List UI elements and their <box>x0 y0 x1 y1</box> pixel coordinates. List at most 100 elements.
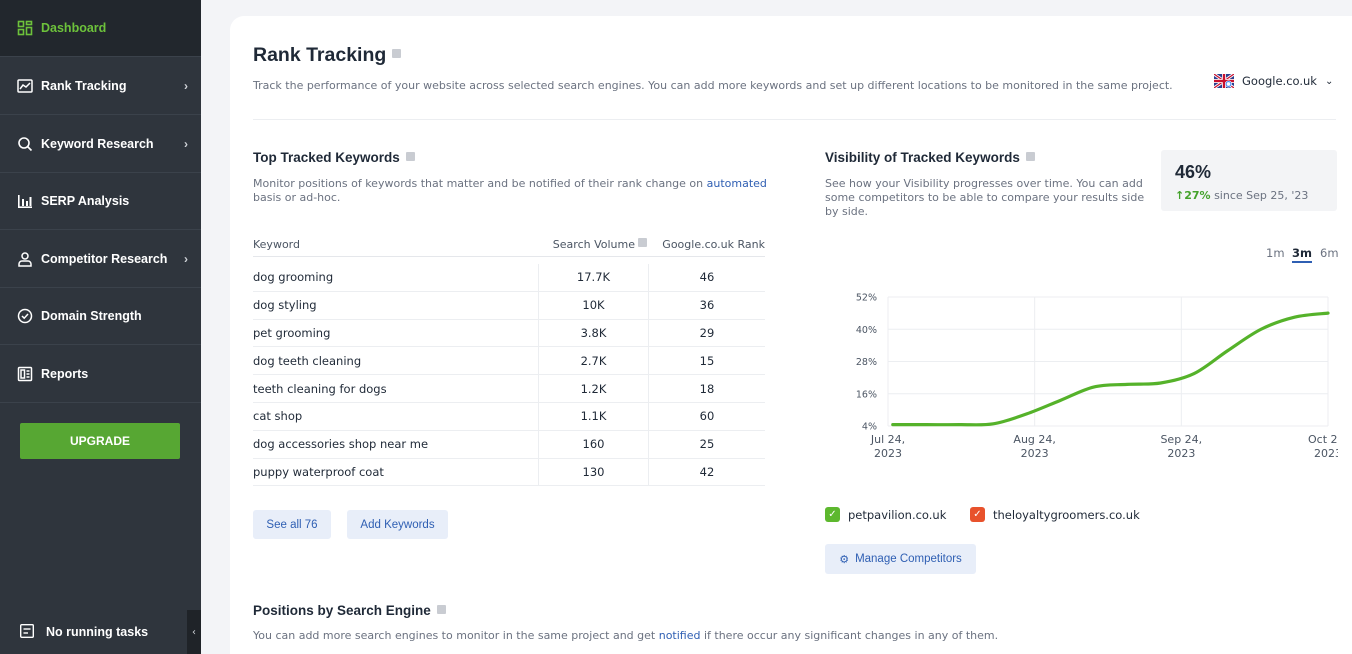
sidebar-item-competitor-research[interactable]: Competitor Research › <box>0 231 201 288</box>
visibility-chart: 52%40%28%16%4%Jul 24,2023Aug 24,2023Sep … <box>856 293 1338 461</box>
info-icon[interactable] <box>392 49 402 59</box>
sidebar-item-label: Competitor Research <box>41 252 168 266</box>
keyword-cell: pet grooming <box>253 325 331 340</box>
chevron-left-icon: ‹ <box>192 626 196 638</box>
info-icon[interactable] <box>436 604 446 614</box>
manage-competitors-label: Manage Competitors <box>855 553 962 565</box>
change-value: 27% <box>1184 189 1211 202</box>
visibility-description: See how your Visibility progresses over … <box>825 177 1145 218</box>
manage-competitors-button[interactable]: ⚙ Manage Competitors <box>825 544 976 574</box>
table-row[interactable]: dog accessories shop near me 160 25 <box>253 430 765 459</box>
column-header-rank[interactable]: Google.co.uk Rank <box>649 238 765 251</box>
search-icon <box>16 135 34 153</box>
x-tick-label: Oct 24, <box>1308 433 1338 446</box>
range-6m[interactable]: 6m <box>1320 246 1339 260</box>
keyword-cell: puppy waterproof coat <box>253 464 384 479</box>
rank-cell: 42 <box>699 464 715 479</box>
sidebar-item-serp-analysis[interactable]: SERP Analysis <box>0 173 201 230</box>
page-title-text: Rank Tracking <box>253 44 387 66</box>
upgrade-button[interactable]: UPGRADE <box>20 423 180 459</box>
top-keywords-title-text: Top Tracked Keywords <box>253 150 400 165</box>
sidebar-item-label: SERP Analysis <box>41 194 130 208</box>
search-engine-select[interactable]: Google.co.uk ⌄ <box>1214 74 1333 88</box>
sidebar-item-domain-strength[interactable]: Domain Strength <box>0 288 201 345</box>
table-body: dog grooming 17.7K 46 dog styling 10K 36 pet… <box>253 264 765 487</box>
sidebar-item-label: Dashboard <box>41 21 107 35</box>
table-row[interactable]: dog styling 10K 36 <box>253 291 765 320</box>
sidebar: Dashboard Rank Tracking › Keyword Resear… <box>0 0 201 654</box>
column-header-volume[interactable]: Search Volume <box>538 238 649 251</box>
checkbox-checked-icon[interactable]: ✓ <box>825 507 840 522</box>
gear-icon: ⚙ <box>839 553 850 566</box>
table-row[interactable]: dog grooming 17.7K 46 <box>253 264 765 292</box>
page-description: Track the performance of your website ac… <box>253 79 1173 92</box>
page-title: Rank Tracking <box>253 44 402 67</box>
x-tick-label: 2023 <box>1167 447 1195 460</box>
column-label: Search Volume <box>552 237 635 251</box>
rank-cell: 46 <box>699 270 715 285</box>
add-keywords-button[interactable]: Add Keywords <box>347 510 448 539</box>
visibility-title-text: Visibility of Tracked Keywords <box>825 150 1020 165</box>
volume-cell: 3.8K <box>538 319 649 347</box>
gauge-icon <box>16 307 34 325</box>
column-header-keyword[interactable]: Keyword <box>253 238 538 251</box>
volume-cell: 1.1K <box>538 402 649 430</box>
table-header: Keyword Search Volume Google.co.uk Rank <box>253 232 765 257</box>
legend-petpavilion[interactable]: ✓ petpavilion.co.uk <box>825 507 946 522</box>
chart-line-icon <box>16 77 34 95</box>
desc-text: Monitor positions of keywords that matte… <box>253 177 707 190</box>
sidebar-item-reports[interactable]: Reports <box>0 346 201 403</box>
checkbox-checked-icon[interactable]: ✓ <box>970 507 985 522</box>
automated-link[interactable]: automated <box>707 177 767 190</box>
info-icon[interactable] <box>1025 151 1035 161</box>
chevron-right-icon: › <box>184 79 188 93</box>
see-all-button[interactable]: See all 76 <box>253 510 331 539</box>
notified-link[interactable]: notified <box>659 629 701 642</box>
rank-cell: 60 <box>699 409 715 424</box>
rank-cell: 18 <box>699 381 715 396</box>
sidebar-item-label: Domain Strength <box>41 309 142 323</box>
sidebar-item-rank-tracking[interactable]: Rank Tracking › <box>0 58 201 115</box>
series-line-petpavilion-co-uk <box>891 311 1330 427</box>
legend-label: theloyaltygroomers.co.uk <box>993 507 1140 522</box>
visibility-stat: 46% ↑27% since Sep 25, '23 <box>1161 150 1337 211</box>
legend-theloyaltygroomers[interactable]: ✓ theloyaltygroomers.co.uk <box>970 507 1140 522</box>
top-keywords-description: Monitor positions of keywords that matte… <box>253 177 768 205</box>
dashboard-icon <box>16 19 34 37</box>
volume-cell: 10K <box>538 291 649 319</box>
table-row[interactable]: cat shop 1.1K 60 <box>253 402 765 431</box>
chevron-down-icon: ⌄ <box>1324 75 1334 87</box>
desc-text: if there occur any significant changes i… <box>700 629 999 642</box>
volume-cell: 2.7K <box>538 347 649 375</box>
keyword-cell: teeth cleaning for dogs <box>253 381 387 396</box>
table-row[interactable]: puppy waterproof coat 130 42 <box>253 458 765 487</box>
y-tick-label: 40% <box>856 325 877 336</box>
table-row[interactable]: pet grooming 3.8K 29 <box>253 319 765 348</box>
chevron-right-icon: › <box>184 137 188 151</box>
running-tasks-status[interactable]: No running tasks <box>0 610 201 654</box>
volume-cell: 17.7K <box>538 264 649 291</box>
sidebar-item-keyword-research[interactable]: Keyword Research › <box>0 116 201 173</box>
range-3m[interactable]: 3m <box>1292 246 1312 263</box>
desc-text: You can add more search engines to monit… <box>253 629 659 642</box>
collapse-sidebar-button[interactable]: ‹ <box>187 610 201 654</box>
volume-cell: 1.2K <box>538 375 649 402</box>
header-divider <box>253 119 1336 120</box>
x-tick-label: 2023 <box>1314 447 1338 460</box>
change-since: since Sep 25, '23 <box>1214 189 1309 202</box>
info-icon[interactable] <box>638 238 647 247</box>
keyword-cell: dog accessories shop near me <box>253 437 429 452</box>
keyword-cell: cat shop <box>253 409 303 424</box>
range-1m[interactable]: 1m <box>1266 246 1285 260</box>
visibility-value: 46% <box>1175 162 1212 182</box>
positions-description: You can add more search engines to monit… <box>253 629 1253 643</box>
y-tick-label: 52% <box>856 293 877 304</box>
y-tick-label: 28% <box>856 357 877 368</box>
keyword-cell: dog styling <box>253 298 317 313</box>
sidebar-item-dashboard[interactable]: Dashboard <box>0 0 201 57</box>
y-tick-label: 4% <box>862 422 877 433</box>
info-icon[interactable] <box>405 151 415 161</box>
table-row[interactable]: dog teeth cleaning 2.7K 15 <box>253 347 765 376</box>
rank-cell: 25 <box>699 437 715 452</box>
table-row[interactable]: teeth cleaning for dogs 1.2K 18 <box>253 375 765 403</box>
